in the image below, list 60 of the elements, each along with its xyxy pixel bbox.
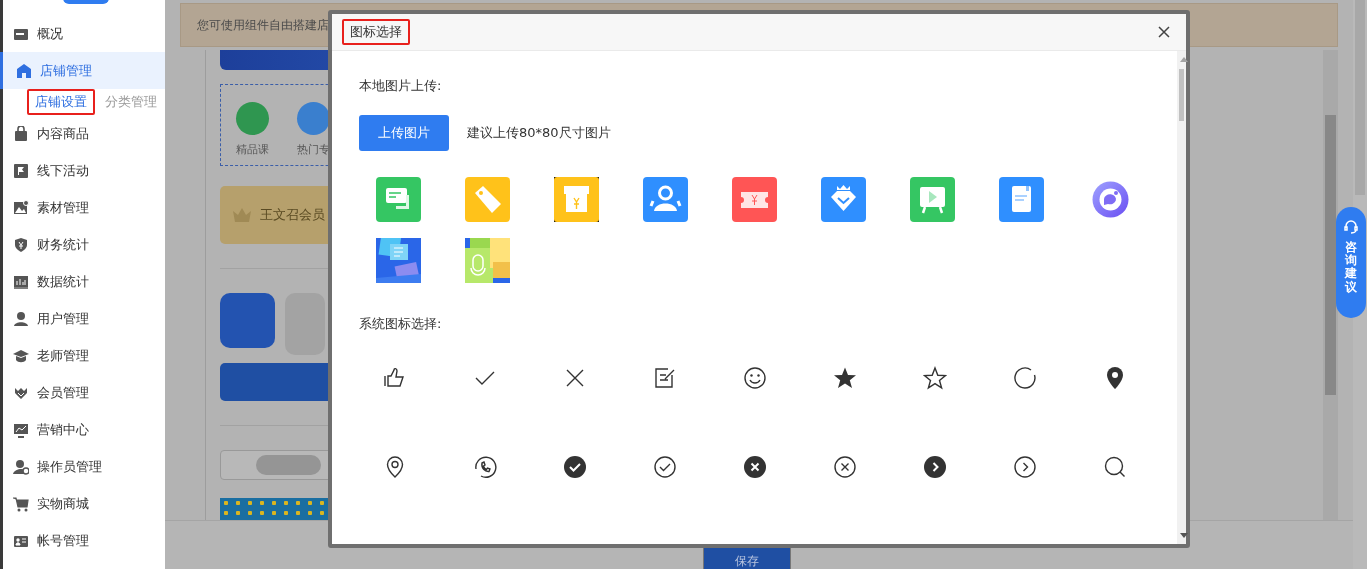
close-circle-filled-icon[interactable] <box>743 454 767 479</box>
arrow-circle-filled-icon[interactable] <box>923 454 947 479</box>
files-illustration-icon[interactable] <box>376 238 421 283</box>
blocks-illustration-icon[interactable] <box>465 238 510 283</box>
flag-icon <box>13 162 29 179</box>
sidebar-item[interactable]: 实物商城 <box>0 485 165 522</box>
edit-icon[interactable] <box>653 365 677 390</box>
image-icon <box>13 199 29 216</box>
sidebar-item[interactable]: 用户管理 <box>0 300 165 337</box>
document-icon[interactable] <box>999 177 1044 222</box>
sidebar-item[interactable]: 数据统计 <box>0 263 165 300</box>
shortcut-icon <box>296 102 330 135</box>
monitor-chart-icon <box>13 421 29 438</box>
scrollbar[interactable] <box>1177 51 1186 544</box>
bar-chart-icon <box>13 273 29 290</box>
submenu-item[interactable]: 店铺设置 <box>27 89 95 115</box>
sidebar-item[interactable]: 内容商品 <box>0 115 165 152</box>
sidebar-item[interactable]: 会员管理 <box>0 374 165 411</box>
shortcut-label: 精品课 <box>235 142 269 157</box>
shortcut-label: 热门专 <box>296 142 330 157</box>
sidebar-item[interactable]: 线下活动 <box>0 152 165 189</box>
upload-label: 本地图片上传: <box>359 77 443 95</box>
smile-icon[interactable] <box>743 365 767 390</box>
sidebar-item[interactable]: 财务统计 <box>0 226 165 263</box>
thumbs-up-icon[interactable] <box>383 365 407 390</box>
graduation-cap-icon <box>13 347 29 364</box>
consult-button[interactable]: 咨询建议 <box>1336 207 1366 318</box>
shortcut-icon <box>235 102 269 135</box>
system-icon-label: 系统图标选择: <box>359 315 443 333</box>
sidebar-item[interactable]: 营销中心 <box>0 411 165 448</box>
sidebar-item[interactable]: 店铺管理 <box>0 52 165 89</box>
user-icon <box>13 310 29 327</box>
save-button[interactable]: 保存 <box>703 546 791 569</box>
close-icon[interactable] <box>1158 26 1170 38</box>
house-icon <box>16 62 32 79</box>
user-gear-icon <box>13 458 29 475</box>
ticket-icon[interactable] <box>732 177 777 222</box>
sidebar-item[interactable]: 操作员管理 <box>0 448 165 485</box>
bag-icon <box>13 125 29 142</box>
upload-hint: 建议上传80*80尺寸图片 <box>467 124 611 142</box>
arrow-circle-icon[interactable] <box>1013 454 1037 479</box>
check-circle-filled-icon[interactable] <box>563 454 587 479</box>
star-icon[interactable] <box>923 365 947 390</box>
sidebar-item[interactable]: 素材管理 <box>0 189 165 226</box>
headset-icon <box>1343 219 1359 235</box>
sidebar-item[interactable]: 老师管理 <box>0 337 165 374</box>
cart-icon <box>13 495 29 512</box>
member-name: 王文召会员 <box>260 206 325 224</box>
shield-icon <box>13 236 29 253</box>
blurred-app-icon <box>220 293 275 348</box>
sidebar-item[interactable]: 帐号管理 <box>0 522 165 559</box>
phone-circle-icon[interactable] <box>473 454 497 479</box>
sidebar-item[interactable]: 概况 <box>0 15 165 52</box>
search-icon[interactable] <box>1103 454 1127 479</box>
dialog-title: 图标选择 <box>342 19 410 45</box>
scrollbar[interactable] <box>1323 50 1338 520</box>
close-circle-icon[interactable] <box>833 454 857 479</box>
check-circle-icon[interactable] <box>653 454 677 479</box>
upload-button[interactable]: 上传图片 <box>359 115 449 151</box>
people-icon[interactable] <box>643 177 688 222</box>
